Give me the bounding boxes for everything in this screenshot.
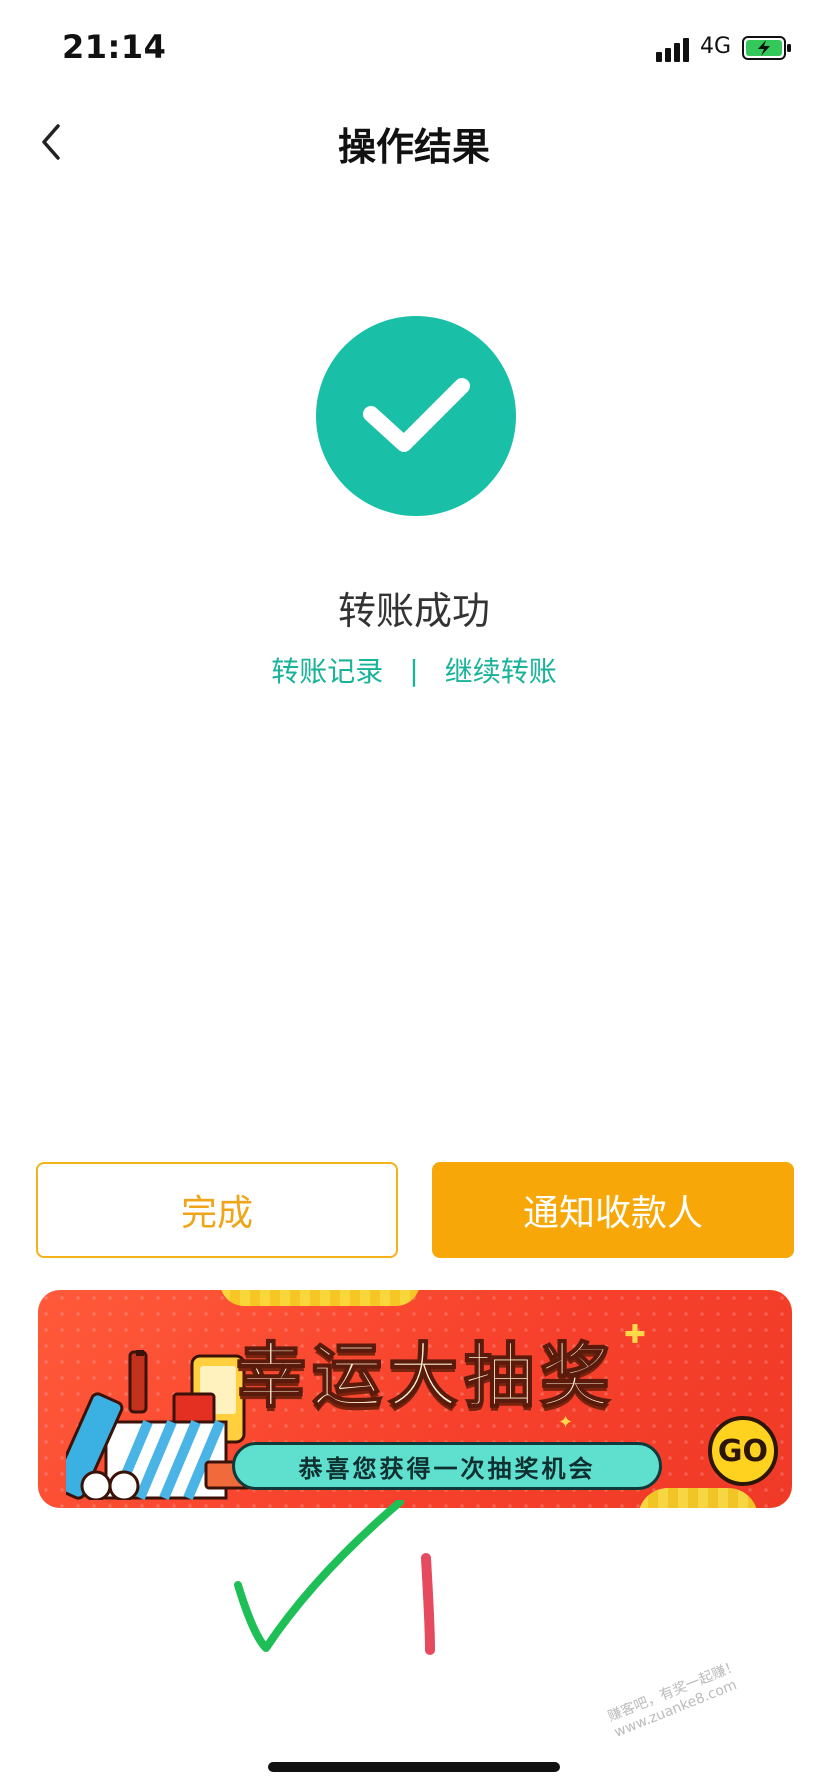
- link-separator: |: [409, 653, 419, 687]
- transfer-success-text: 转账成功: [337, 589, 490, 633]
- banner-title: 幸运大抽奖: [235, 1333, 616, 1418]
- banner-subtitle-bar: 恭喜您获得一次抽奖机会: [232, 1442, 662, 1490]
- battery-charging-icon: [742, 36, 791, 60]
- done-button[interactable]: 完成: [36, 1162, 398, 1258]
- home-indicator: [268, 1762, 560, 1772]
- gift-box-icon: [66, 1350, 252, 1500]
- status-time: 21:14: [62, 28, 167, 66]
- success-check-icon: [316, 316, 516, 516]
- handwritten-check-mark: [234, 1500, 404, 1652]
- notify-payee-button[interactable]: 通知收款人: [432, 1162, 794, 1258]
- result-links: 转账记录 | 继续转账: [0, 650, 828, 690]
- continue-transfer-link[interactable]: 继续转账: [445, 650, 557, 690]
- go-button[interactable]: GO: [708, 1416, 778, 1486]
- banner-subtitle: 恭喜您获得一次抽奖机会: [298, 1454, 596, 1483]
- network-type: 4G: [700, 34, 732, 59]
- page-title: 操作结果: [337, 125, 490, 169]
- handwritten-marks: [234, 1500, 435, 1655]
- lucky-draw-banner[interactable]: ✚ ✦ 幸运大抽奖 恭喜您获得一次抽奖机会 GO: [38, 1290, 792, 1508]
- banner-decoration-stripe: [220, 1290, 420, 1306]
- signal-icon: [656, 38, 689, 62]
- handwritten-red-stroke: [421, 1553, 435, 1655]
- transfer-history-link[interactable]: 转账记录: [271, 650, 383, 690]
